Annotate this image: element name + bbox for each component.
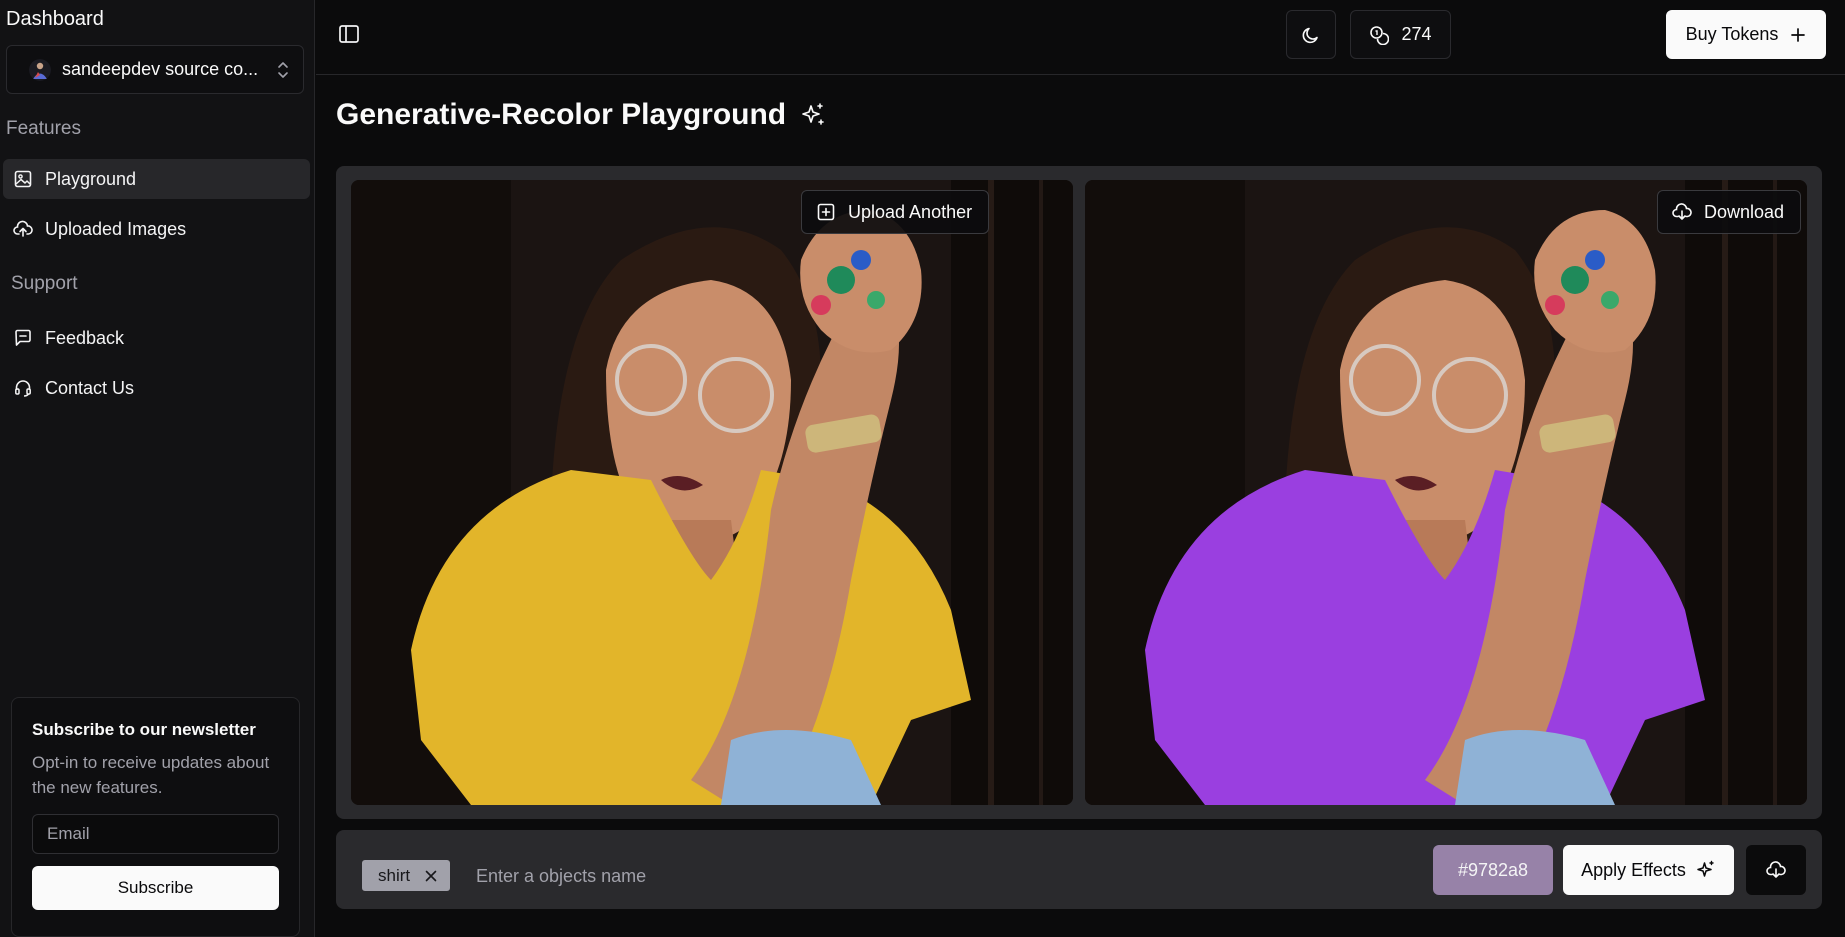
cloud-upload-icon — [13, 219, 33, 239]
image-icon — [13, 169, 33, 189]
upload-another-button[interactable]: Upload Another — [801, 190, 990, 234]
newsletter-card: Subscribe to our newsletter Opt-in to re… — [11, 697, 300, 937]
sparkles-icon — [802, 103, 824, 125]
subscribe-button[interactable]: Subscribe — [32, 866, 279, 910]
page-title-text: Generative-Recolor Playground — [336, 98, 787, 131]
original-image: Upload Another — [351, 180, 1073, 805]
sidebar: Dashboard sandeepdev source co... Featur… — [0, 0, 315, 937]
sidebar-item-label: Playground — [45, 168, 137, 189]
cloud-download-icon — [1766, 861, 1786, 878]
top-bar: 274 Buy Tokens — [316, 0, 1845, 75]
sidebar-toggle-icon[interactable] — [338, 23, 360, 45]
sidebar-item-contact-us[interactable]: Contact Us — [3, 368, 310, 408]
object-name-input[interactable] — [476, 858, 1076, 894]
plus-icon — [1791, 27, 1806, 42]
sidebar-item-label: Contact Us — [45, 377, 135, 398]
download-button[interactable]: Download — [1657, 190, 1802, 234]
upload-another-label: Upload Another — [848, 201, 973, 222]
buy-tokens-label: Buy Tokens — [1685, 24, 1779, 44]
sidebar-item-label: Feedback — [45, 327, 125, 348]
apply-effects-button[interactable]: Apply Effects — [1563, 845, 1734, 895]
message-icon — [13, 328, 33, 348]
recolor-controls: shirt #9782a8 Apply Effects — [336, 830, 1822, 909]
coins-icon — [1370, 25, 1390, 45]
sidebar-item-label: Uploaded Images — [45, 218, 187, 239]
newsletter-description: Opt-in to receive updates about the new … — [32, 753, 270, 797]
newsletter-title: Subscribe to our newsletter — [32, 720, 256, 739]
download-label: Download — [1704, 201, 1785, 222]
original-photo — [351, 180, 1073, 805]
token-count: 274 — [1401, 24, 1432, 44]
square-plus-icon — [817, 203, 835, 221]
recolored-image: Download — [1085, 180, 1807, 805]
close-icon[interactable] — [424, 869, 438, 883]
color-value: #9782a8 — [1457, 859, 1529, 880]
buy-tokens-button[interactable]: Buy Tokens — [1666, 10, 1826, 59]
avatar — [29, 58, 51, 81]
sidebar-title: Dashboard — [6, 8, 104, 30]
chevrons-up-down-icon — [278, 62, 288, 78]
section-label-support: Support — [11, 273, 78, 294]
moon-icon — [1302, 27, 1318, 43]
object-chip: shirt — [362, 860, 451, 891]
sidebar-item-uploaded-images[interactable]: Uploaded Images — [3, 209, 310, 249]
cloud-download-icon — [1672, 203, 1692, 220]
recolored-photo — [1085, 180, 1807, 805]
headset-icon — [13, 378, 33, 398]
email-field[interactable] — [32, 814, 279, 854]
page-title: Generative-Recolor Playground — [336, 98, 826, 132]
apply-effects-label: Apply Effects — [1581, 859, 1686, 880]
image-comparison-card: Upload Another Download — [336, 166, 1822, 819]
section-label-features: Features — [6, 118, 81, 139]
account-switcher[interactable]: sandeepdev source co... — [6, 45, 304, 94]
color-picker-button[interactable]: #9782a8 — [1433, 845, 1553, 895]
theme-toggle-button[interactable] — [1286, 10, 1336, 59]
object-chip-label: shirt — [378, 865, 411, 885]
sidebar-item-playground[interactable]: Playground — [3, 159, 310, 199]
sidebar-item-feedback[interactable]: Feedback — [3, 318, 310, 358]
account-name: sandeepdev source co... — [62, 59, 259, 79]
download-result-button[interactable] — [1746, 845, 1806, 895]
sparkles-icon — [1697, 860, 1714, 877]
token-balance[interactable]: 274 — [1350, 10, 1451, 59]
